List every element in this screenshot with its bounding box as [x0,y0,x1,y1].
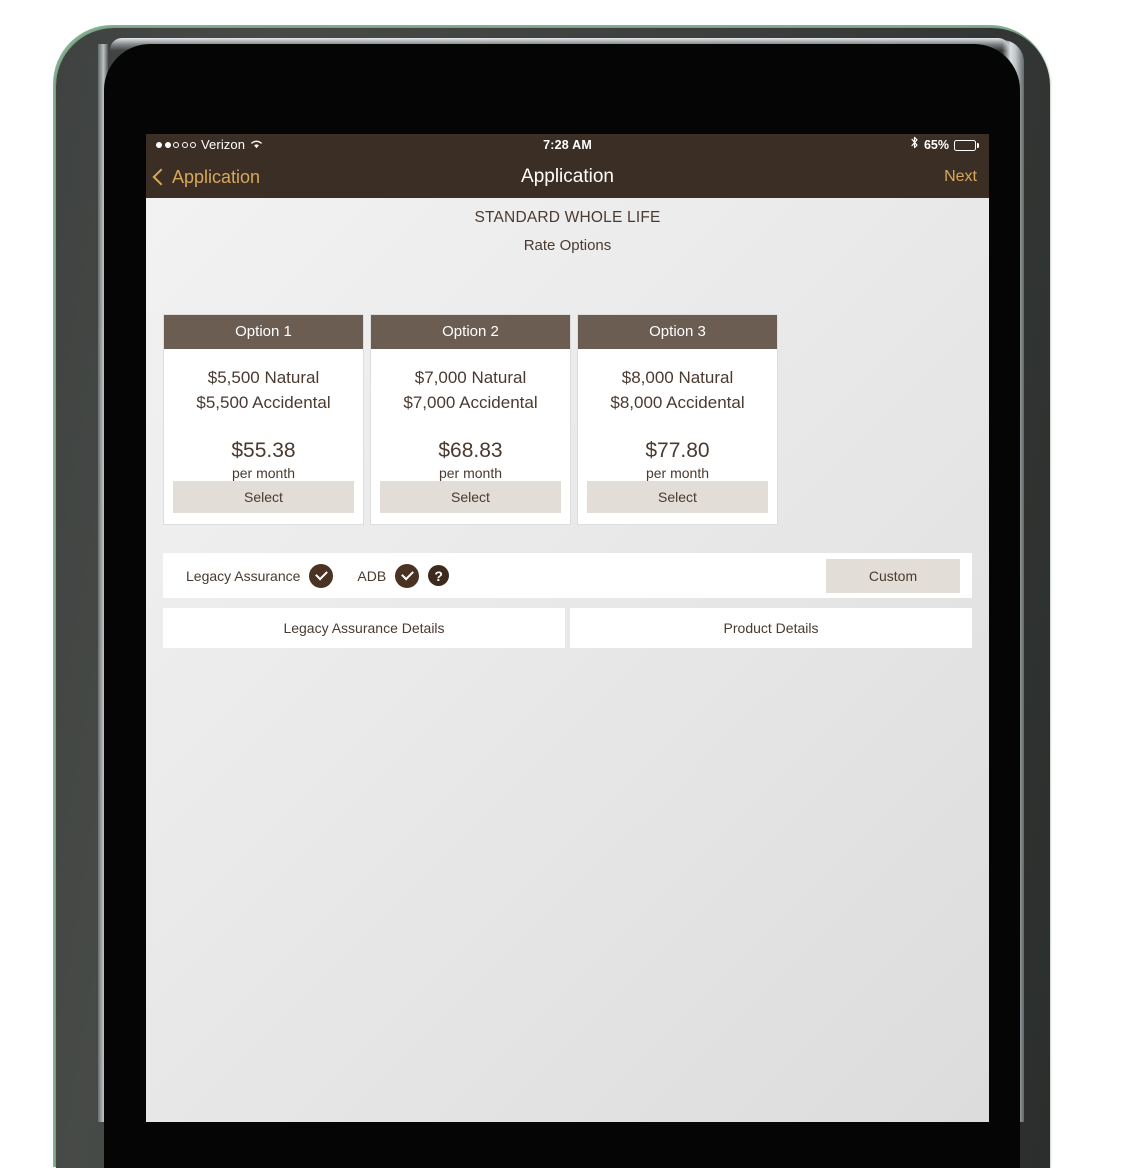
adb-label: ADB [357,567,387,584]
select-button[interactable]: Select [380,481,561,513]
rate-option-card: Option 2 $7,000 Natural $7,000 Accidenta… [370,314,571,525]
screenshot-scene: Verizon 7:28 AM 65% Application Applicat… [0,0,1122,1168]
details-buttons-row: Legacy Assurance Details Product Details [163,608,972,648]
select-button[interactable]: Select [173,481,354,513]
price-period: per month [231,465,296,481]
bluetooth-icon [910,134,919,156]
battery-percent-label: 65% [923,138,949,152]
status-bar-right: 65% [910,134,979,156]
select-button[interactable]: Select [587,481,768,513]
status-bar: Verizon 7:28 AM 65% [146,134,989,156]
price-amount: $68.83 [438,439,503,462]
rate-options-subheading: Rate Options [523,237,612,254]
price-period: per month [645,465,710,481]
adb-group: ADB ? [357,563,450,588]
content-area: STANDARD WHOLE LIFE Rate Options Option … [146,198,989,1122]
coverage-accidental: $7,000 Accidental [403,393,538,412]
coverage-accidental: $8,000 Accidental [610,393,745,412]
coverage-natural: $7,000 Natural [414,368,527,387]
rate-option-header: Option 3 [578,315,777,349]
status-bar-clock: 7:28 AM [543,138,592,152]
bluetooth-icon-svg [911,136,918,149]
product-heading: STANDARD WHOLE LIFE [474,209,661,226]
legacy-assurance-details-button[interactable]: Legacy Assurance Details [163,608,565,648]
price-amount: $55.38 [231,439,296,462]
check-circle-icon[interactable] [309,563,334,588]
next-button[interactable]: Next [944,156,977,198]
navigation-bar: Application Application Next [146,156,989,198]
coverage-accidental: $5,500 Accidental [196,393,331,412]
rate-options-row: Option 1 $5,500 Natural $5,500 Accidenta… [163,314,778,525]
rate-option-body: $8,000 Natural $8,000 Accidental $77.80 … [578,349,777,481]
rate-option-footer: Select [578,481,777,524]
rate-option-header: Option 2 [371,315,570,349]
coverage-natural: $8,000 Natural [621,368,734,387]
rate-option-card: Option 1 $5,500 Natural $5,500 Accidenta… [163,314,364,525]
coverage-natural: $5,500 Natural [207,368,320,387]
page-title: Application [521,166,614,187]
price-period: per month [438,465,503,481]
rate-option-footer: Select [371,481,570,524]
rate-option-body: $5,500 Natural $5,500 Accidental $55.38 … [164,349,363,481]
legacy-assurance-label: Legacy Assurance [186,567,301,584]
rate-option-footer: Select [164,481,363,524]
rate-option-body: $7,000 Natural $7,000 Accidental $68.83 … [371,349,570,481]
battery-icon [954,139,979,151]
rate-option-card: Option 3 $8,000 Natural $8,000 Accidenta… [577,314,778,525]
custom-button[interactable]: Custom [826,558,960,593]
legacy-assurance-group: Legacy Assurance [186,563,334,588]
riders-bar: Legacy Assurance ADB ? Custom [163,553,972,598]
product-details-button[interactable]: Product Details [570,608,972,648]
tablet-screen: Verizon 7:28 AM 65% Application Applicat… [146,134,989,1122]
price-amount: $77.80 [645,439,710,462]
rate-option-header: Option 1 [164,315,363,349]
question-mark-circle-icon[interactable]: ? [428,565,450,586]
check-circle-icon[interactable] [395,563,420,588]
